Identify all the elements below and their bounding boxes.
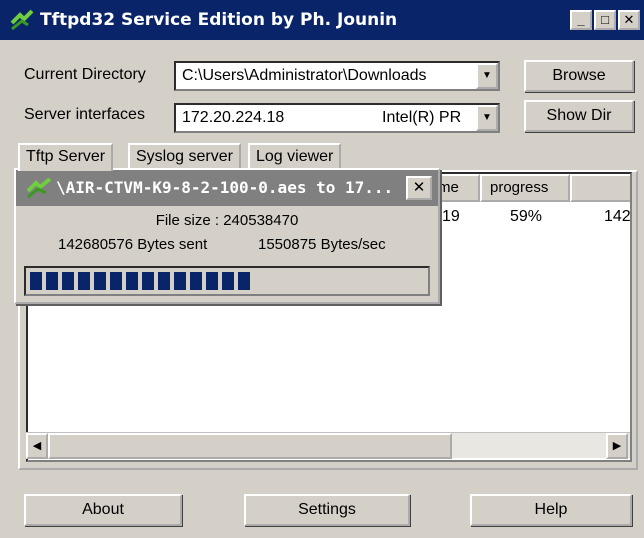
dialog-title-bar[interactable]: \AIR-CTVM-K9-8-2-100-0.aes to 17... ✕ <box>16 170 438 206</box>
column-header-progress[interactable]: progress <box>480 174 570 202</box>
column-header-bytes[interactable] <box>570 174 630 202</box>
server-ip-value: 172.20.224.18 <box>182 109 285 126</box>
row-bytes-cell: 142 <box>604 208 631 225</box>
maximize-button[interactable]: □ <box>594 10 616 30</box>
progress-segment <box>238 272 250 290</box>
chevron-down-icon[interactable]: ▼ <box>476 63 498 89</box>
dialog-close-button[interactable]: ✕ <box>406 176 432 200</box>
scroll-left-icon[interactable]: ◀ <box>26 433 48 459</box>
row-progress-cell: 59% <box>510 208 543 225</box>
tab-tftp-server[interactable]: Tftp Server <box>18 143 114 171</box>
progress-segment <box>158 272 170 290</box>
server-interfaces-combobox[interactable]: 172.20.224.18 Intel(R) PR ▼ <box>174 103 500 133</box>
window-title: Tftpd32 Service Edition by Ph. Jounin <box>40 10 398 30</box>
minimize-button[interactable]: _ <box>570 10 592 30</box>
tftpd-app-icon <box>26 178 52 198</box>
server-interfaces-label: Server interfaces <box>24 106 145 123</box>
bytes-sent-text: 142680576 Bytes sent <box>58 236 208 253</box>
progress-segment <box>206 272 218 290</box>
progress-segment <box>190 272 202 290</box>
server-adapter-value: Intel(R) PR <box>382 109 462 126</box>
progress-segment <box>46 272 58 290</box>
main-window: Tftpd32 Service Edition by Ph. Jounin _ … <box>0 0 644 538</box>
chevron-down-icon[interactable]: ▼ <box>476 105 498 131</box>
progress-segment <box>30 272 42 290</box>
title-bar[interactable]: Tftpd32 Service Edition by Ph. Jounin _ … <box>0 0 644 40</box>
progress-segment <box>222 272 234 290</box>
tab-syslog-server[interactable]: Syslog server <box>128 143 241 171</box>
tab-log-viewer[interactable]: Log viewer <box>248 143 342 171</box>
current-directory-label: Current Directory <box>24 66 146 83</box>
scroll-right-icon[interactable]: ▶ <box>606 433 628 459</box>
progress-segment <box>142 272 154 290</box>
progress-segment <box>126 272 138 290</box>
transfer-progress-bar <box>24 266 430 296</box>
dialog-title: \AIR-CTVM-K9-8-2-100-0.aes to 17... <box>56 178 394 197</box>
browse-button[interactable]: Browse <box>524 60 634 92</box>
close-button[interactable]: ✕ <box>618 10 640 30</box>
progress-segment <box>62 272 74 290</box>
transfer-progress-dialog[interactable]: \AIR-CTVM-K9-8-2-100-0.aes to 17... ✕ Fi… <box>14 168 440 304</box>
scrollbar-thumb[interactable] <box>48 433 452 459</box>
progress-segment <box>174 272 186 290</box>
file-size-text: File size : 240538470 <box>155 212 299 229</box>
row-time-cell: 19 <box>442 208 460 225</box>
horizontal-scrollbar[interactable]: ◀ ▶ <box>26 432 630 459</box>
about-button[interactable]: About <box>24 494 182 526</box>
show-dir-button[interactable]: Show Dir <box>524 100 634 132</box>
current-directory-value: C:\Users\Administrator\Downloads <box>182 67 427 84</box>
tftpd-app-icon <box>10 9 34 31</box>
settings-button[interactable]: Settings <box>244 494 410 526</box>
help-button[interactable]: Help <box>470 494 632 526</box>
current-directory-combobox[interactable]: C:\Users\Administrator\Downloads ▼ <box>174 61 500 91</box>
transfer-rate-text: 1550875 Bytes/sec <box>258 236 386 253</box>
progress-segment <box>94 272 106 290</box>
progress-segment <box>78 272 90 290</box>
progress-segment <box>110 272 122 290</box>
